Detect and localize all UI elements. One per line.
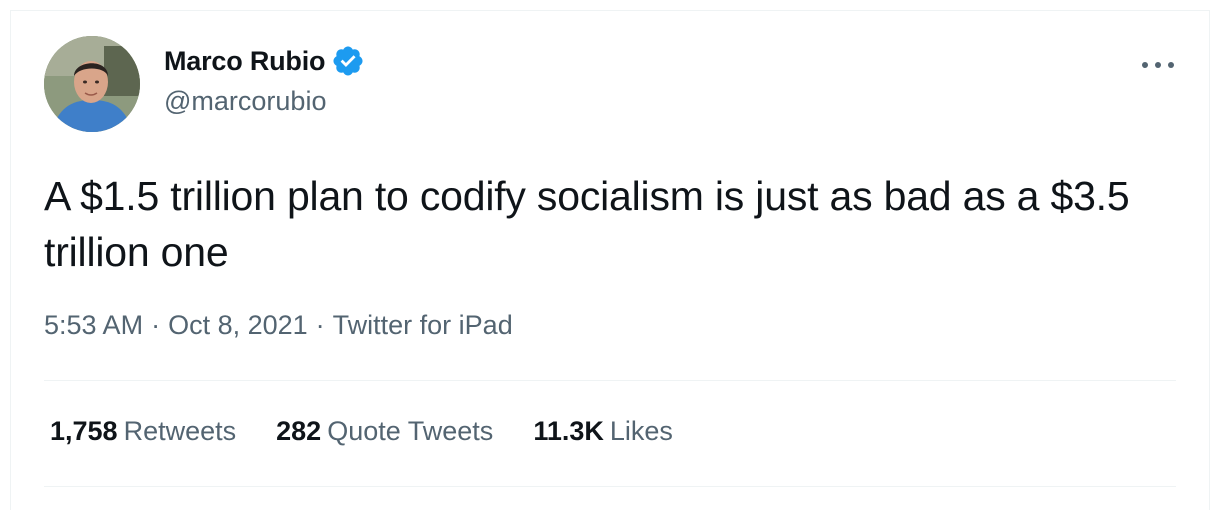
tweet-time[interactable]: 5:53 AM (44, 310, 143, 341)
dot (1168, 62, 1174, 68)
dot (1155, 62, 1161, 68)
likes-count: 11.3K (533, 416, 604, 446)
tweet-source[interactable]: Twitter for iPad (333, 310, 513, 341)
retweets-stat[interactable]: 1,758 Retweets (50, 416, 236, 447)
divider (44, 486, 1176, 487)
tweet-meta: 5:53 AM · Oct 8, 2021 · Twitter for iPad (44, 310, 513, 341)
tweet-date[interactable]: Oct 8, 2021 (168, 310, 308, 341)
divider (44, 380, 1176, 381)
retweets-count: 1,758 (50, 416, 118, 446)
dot (1142, 62, 1148, 68)
author-block: Marco Rubio @marcorubio (164, 44, 365, 117)
meta-separator: · (151, 310, 161, 340)
avatar-image (44, 36, 140, 132)
engagement-stats: 1,758 Retweets 282 Quote Tweets 11.3K Likes (50, 416, 713, 447)
quotes-count: 282 (276, 416, 322, 446)
likes-label: Likes (609, 416, 673, 446)
avatar[interactable] (44, 36, 140, 132)
handle[interactable]: @marcorubio (164, 86, 365, 117)
quotes-label: Quote Tweets (327, 416, 494, 446)
display-name[interactable]: Marco Rubio (164, 46, 326, 77)
meta-separator: · (315, 310, 325, 340)
more-dots-icon[interactable] (1142, 60, 1174, 70)
tweet-card: Marco Rubio @marcorubio A $1.5 trillion … (0, 0, 1228, 510)
tweet-text: A $1.5 trillion plan to codify socialism… (44, 173, 1130, 275)
retweets-label: Retweets (123, 416, 237, 446)
quote-tweets-stat[interactable]: 282 Quote Tweets (276, 416, 493, 447)
verified-badge-icon (331, 44, 365, 78)
likes-stat[interactable]: 11.3K Likes (533, 416, 673, 447)
name-row: Marco Rubio (164, 44, 365, 78)
